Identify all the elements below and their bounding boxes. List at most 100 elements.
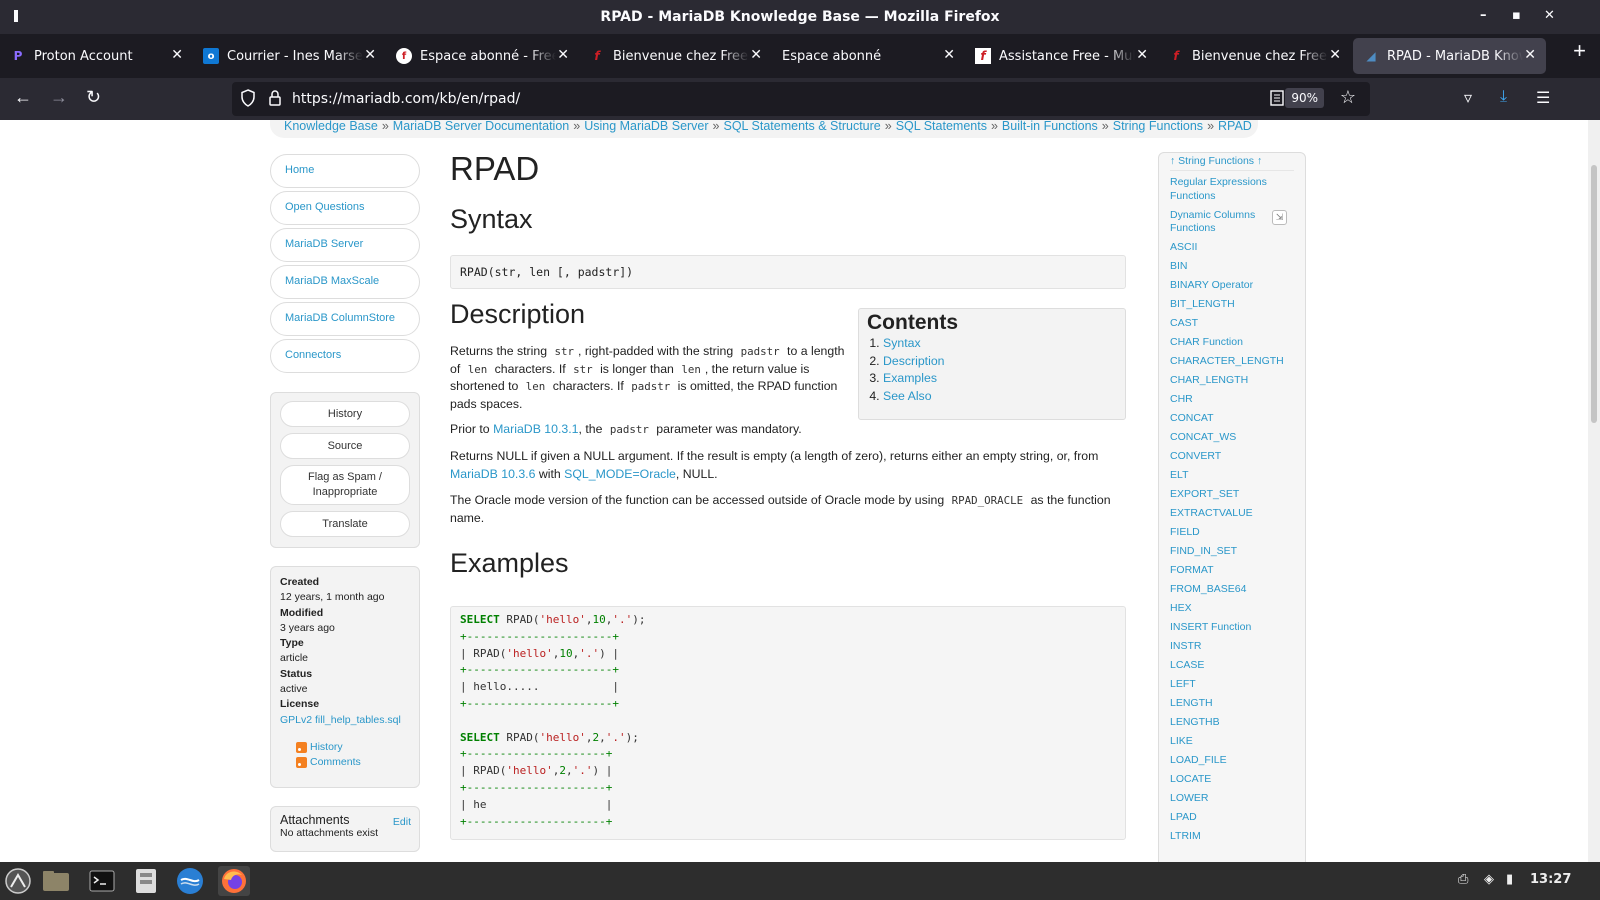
toc-link-see-also[interactable]: See Also xyxy=(883,389,932,403)
breadcrumb-current[interactable]: RPAD xyxy=(1218,120,1252,133)
reader-view-icon[interactable] xyxy=(1270,90,1284,106)
function-link[interactable]: LIKE xyxy=(1170,735,1294,749)
zoom-level[interactable]: 90% xyxy=(1285,88,1324,108)
tab-outlook[interactable]: o Courrier - Ines Marseille✕ xyxy=(193,38,386,74)
tab-close-icon[interactable]: ✕ xyxy=(1136,47,1148,63)
tab-freebox[interactable]: f Espace abonné - Freebox✕ xyxy=(386,38,579,74)
function-link[interactable]: CONVERT xyxy=(1170,450,1294,464)
nav-mariadb-server[interactable]: MariaDB Server xyxy=(270,228,420,262)
nav-maxscale[interactable]: MariaDB MaxScale xyxy=(270,265,420,299)
page-scrollbar[interactable] xyxy=(1588,120,1600,862)
nav-home[interactable]: Home xyxy=(270,154,420,188)
close-window-icon[interactable]: ✕ xyxy=(1544,8,1555,23)
function-link[interactable]: CHAR_LENGTH xyxy=(1170,374,1294,388)
maximize-icon[interactable]: ▪ xyxy=(1512,8,1521,23)
mariadb-10-3-6-link[interactable]: MariaDB 10.3.6 xyxy=(450,467,535,481)
function-link[interactable]: FROM_BASE64 xyxy=(1170,583,1294,597)
translate-button[interactable]: Translate xyxy=(280,511,410,537)
tab-close-icon[interactable]: ✕ xyxy=(557,47,569,63)
collapse-panel-icon[interactable]: ⇲ xyxy=(1272,210,1287,225)
breadcrumb-link[interactable]: SQL Statements & Structure xyxy=(724,120,881,133)
window-menu-icon[interactable] xyxy=(14,10,18,22)
tab-close-icon[interactable]: ✕ xyxy=(750,47,762,63)
breadcrumb-link[interactable]: Built-in Functions xyxy=(1002,120,1098,133)
function-link[interactable]: LPAD xyxy=(1170,811,1294,825)
toc-link-syntax[interactable]: Syntax xyxy=(883,336,921,350)
function-link[interactable]: INSTR xyxy=(1170,640,1294,654)
history-feed-link[interactable]: History xyxy=(310,741,343,753)
license-link[interactable]: GPLv2 fill_help_tables.sql xyxy=(280,713,410,728)
wifi-icon[interactable]: ◈ xyxy=(1484,872,1494,887)
breadcrumb-link[interactable]: MariaDB Server Documentation xyxy=(393,120,569,133)
forward-icon[interactable]: → xyxy=(50,87,68,108)
function-link[interactable]: LCASE xyxy=(1170,659,1294,673)
function-link[interactable]: LEFT xyxy=(1170,678,1294,692)
terminal-icon[interactable] xyxy=(86,866,118,896)
function-link[interactable]: FIELD xyxy=(1170,526,1294,540)
source-button[interactable]: Source xyxy=(280,433,410,459)
function-link[interactable]: LENGTH xyxy=(1170,697,1294,711)
tracking-shield-icon[interactable] xyxy=(240,89,256,107)
history-button[interactable]: History xyxy=(280,401,410,427)
toc-link-examples[interactable]: Examples xyxy=(883,371,937,385)
back-icon[interactable]: ← xyxy=(14,87,32,108)
function-link[interactable]: CONCAT xyxy=(1170,412,1294,426)
function-link[interactable]: CHARACTER_LENGTH xyxy=(1170,355,1294,369)
breadcrumb-link[interactable]: SQL Statements xyxy=(896,120,987,133)
tab-rpad[interactable]: ◢ RPAD - MariaDB Knowledge Base✕ xyxy=(1353,38,1546,74)
start-menu-icon[interactable] xyxy=(2,866,34,896)
attachments-edit-link[interactable]: Edit xyxy=(393,816,411,828)
function-link[interactable]: BIN xyxy=(1170,260,1294,274)
tab-free-mobile-2[interactable]: f Bienvenue chez Free mobile✕ xyxy=(1158,38,1351,74)
breadcrumb-link[interactable]: Knowledge Base xyxy=(284,120,378,133)
tab-close-icon[interactable]: ✕ xyxy=(1524,47,1536,63)
function-link[interactable]: LOCATE xyxy=(1170,773,1294,787)
file-manager-icon[interactable] xyxy=(40,866,72,896)
breadcrumb-link[interactable]: String Functions xyxy=(1113,120,1203,133)
lock-icon[interactable] xyxy=(268,89,282,107)
app-menu-icon[interactable]: ☰ xyxy=(1536,88,1550,108)
flag-spam-button[interactable]: Flag as Spam / Inappropriate xyxy=(280,465,410,505)
battery-icon[interactable]: ▮ xyxy=(1506,872,1513,887)
tab-close-icon[interactable]: ✕ xyxy=(364,47,376,63)
tab-close-icon[interactable]: ✕ xyxy=(943,47,955,63)
scrollbar-thumb[interactable] xyxy=(1591,165,1597,423)
pocket-icon[interactable]: ▿ xyxy=(1464,88,1472,108)
function-link[interactable]: BIT_LENGTH xyxy=(1170,298,1294,312)
tab-espace-abonne[interactable]: Espace abonné ✕ xyxy=(772,38,965,74)
function-link[interactable]: LOWER xyxy=(1170,792,1294,806)
nav-open-questions[interactable]: Open Questions xyxy=(270,191,420,225)
function-link[interactable]: EXTRACTVALUE xyxy=(1170,507,1294,521)
sql-mode-oracle-link[interactable]: SQL_MODE=Oracle xyxy=(564,467,676,481)
function-link[interactable]: CHAR Function xyxy=(1170,336,1294,350)
minimize-icon[interactable]: – xyxy=(1480,8,1487,23)
archive-manager-icon[interactable] xyxy=(130,866,162,896)
function-link[interactable]: LTRIM xyxy=(1170,830,1294,844)
function-link[interactable]: INSERT Function xyxy=(1170,621,1294,635)
address-bar[interactable]: https://mariadb.com/kb/en/rpad/ 90% ☆ xyxy=(232,82,1370,116)
function-link[interactable]: Dynamic Columns Functions xyxy=(1170,209,1270,236)
reload-icon[interactable]: ↻ xyxy=(86,87,101,108)
mariadb-10-3-1-link[interactable]: MariaDB 10.3.1 xyxy=(493,422,578,436)
clock[interactable]: 13:27 xyxy=(1530,872,1571,887)
function-link[interactable]: EXPORT_SET xyxy=(1170,488,1294,502)
downloads-icon[interactable]: ⤓ xyxy=(1500,88,1507,106)
bookmark-star-icon[interactable]: ☆ xyxy=(1340,87,1356,108)
string-functions-up-link[interactable]: ↑ String Functions ↑ xyxy=(1170,155,1294,171)
comments-feed-link[interactable]: Comments xyxy=(310,756,361,768)
tab-close-icon[interactable]: ✕ xyxy=(171,47,183,63)
function-link[interactable]: LOAD_FILE xyxy=(1170,754,1294,768)
firefox-taskbar-icon[interactable] xyxy=(218,866,250,896)
new-tab-icon[interactable]: + xyxy=(1573,38,1586,64)
breadcrumb-link[interactable]: Using MariaDB Server xyxy=(584,120,708,133)
function-link[interactable]: HEX xyxy=(1170,602,1294,616)
function-link[interactable]: BINARY Operator xyxy=(1170,279,1294,293)
nav-connectors[interactable]: Connectors xyxy=(270,339,420,373)
function-link[interactable]: CAST xyxy=(1170,317,1294,331)
toc-link-description[interactable]: Description xyxy=(883,354,945,368)
tab-close-icon[interactable]: ✕ xyxy=(1329,47,1341,63)
printer-icon[interactable]: ⎙ xyxy=(1458,872,1468,887)
tab-free-mobile-1[interactable]: f Bienvenue chez Free mobile✕ xyxy=(579,38,772,74)
mail-client-icon[interactable] xyxy=(174,866,206,896)
function-link[interactable]: FIND_IN_SET xyxy=(1170,545,1294,559)
